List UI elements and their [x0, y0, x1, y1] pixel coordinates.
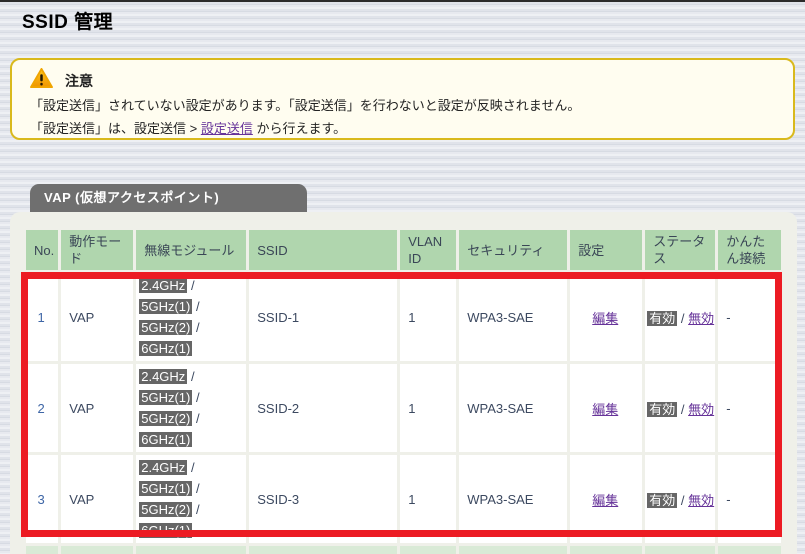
status-enabled-badge: 有効 [647, 492, 678, 508]
table-row-3: 3 VAP 2.4GHz / 5GHz(1) / 5GHz(2) / 6GHz(… [26, 455, 782, 543]
disable-link[interactable]: 無効 [688, 493, 714, 508]
band-badge: 5GHz(1) [139, 299, 193, 314]
wireless-module-cell: 2.4GHz / 5GHz(1) / 5GHz(2) / 6GHz(1) [136, 273, 247, 361]
page-top-border [0, 0, 805, 2]
empty-cell [249, 546, 398, 554]
empty-cell [718, 546, 782, 554]
table-row-2: 2 VAP 2.4GHz / 5GHz(1) / 5GHz(2) / 6GHz(… [26, 364, 782, 452]
notice-line-1: 「設定送信」されていない設定があります。「設定送信」を行わないと設定が反映されま… [30, 98, 581, 113]
header-wireless-module: 無線モジュール [136, 230, 247, 270]
row-number: 2 [26, 364, 59, 452]
vlan-id-cell: 1 [400, 273, 457, 361]
band-badge: 5GHz(1) [139, 481, 193, 496]
warning-triangle-icon [30, 68, 53, 94]
empty-cell [459, 546, 568, 554]
band-badge: 6GHz(1) [139, 341, 193, 356]
empty-cell [61, 546, 134, 554]
security-cell: WPA3-SAE [459, 364, 568, 452]
security-cell: WPA3-SAE [459, 455, 568, 543]
empty-cell [136, 546, 247, 554]
edit-link[interactable]: 編集 [592, 493, 618, 508]
band-badge: 5GHz(2) [139, 502, 193, 517]
header-security: セキュリティ [459, 230, 568, 270]
notice-box: 注意 「設定送信」されていない設定があります。「設定送信」を行わないと設定が反映… [10, 58, 795, 140]
row-number: 3 [26, 455, 59, 543]
band-badge: 5GHz(1) [139, 390, 193, 405]
band-badge: 6GHz(1) [139, 432, 193, 447]
vlan-id-cell: 1 [400, 364, 457, 452]
settings-submit-link[interactable]: 設定送信 [201, 121, 253, 136]
easy-connect-cell: - [718, 273, 782, 361]
header-no: No. [26, 230, 59, 270]
edit-link[interactable]: 編集 [592, 402, 618, 417]
vap-table: No. 動作モード 無線モジュール SSID VLAN ID セキュリティ 設定… [23, 227, 784, 554]
header-operation-mode: 動作モード [61, 230, 134, 270]
band-badge: 5GHz(2) [139, 411, 193, 426]
status-enabled-badge: 有効 [647, 401, 678, 417]
header-easy-connect: かんたん接続 [718, 230, 782, 270]
notice-line-2: 「設定送信」は、設定送信 > 設定送信 から行えます。 [30, 117, 775, 140]
row-number: 4 [26, 546, 59, 554]
easy-connect-cell: - [718, 455, 782, 543]
band-badge: 2.4GHz [139, 369, 188, 384]
band-badge: 2.4GHz [139, 278, 188, 293]
table-row-add: 4 追加 [26, 546, 782, 554]
operation-mode-cell: VAP [61, 364, 134, 452]
header-settings: 設定 [570, 230, 643, 270]
security-cell: WPA3-SAE [459, 273, 568, 361]
header-status: ステータス [645, 230, 716, 270]
wireless-module-cell: 2.4GHz / 5GHz(1) / 5GHz(2) / 6GHz(1) [136, 455, 247, 543]
vap-section-tab: VAP (仮想アクセスポイント) [30, 184, 307, 212]
band-badge: 6GHz(1) [139, 523, 193, 538]
status-enabled-badge: 有効 [647, 310, 678, 326]
empty-cell [645, 546, 716, 554]
disable-link[interactable]: 無効 [688, 402, 714, 417]
ssid-management-page: { "page": { "title": "SSID 管理" }, "notic… [0, 0, 805, 554]
operation-mode-cell: VAP [61, 273, 134, 361]
row-number: 1 [26, 273, 59, 361]
vlan-id-cell: 1 [400, 455, 457, 543]
page-title: SSID 管理 [22, 12, 114, 33]
band-badge: 2.4GHz [139, 460, 188, 475]
disable-link[interactable]: 無効 [688, 311, 714, 326]
ssid-cell: SSID-1 [249, 273, 398, 361]
ssid-cell: SSID-3 [249, 455, 398, 543]
header-ssid: SSID [249, 230, 398, 270]
operation-mode-cell: VAP [61, 455, 134, 543]
band-badge: 5GHz(2) [139, 320, 193, 335]
edit-link[interactable]: 編集 [592, 311, 618, 326]
easy-connect-cell: - [718, 364, 782, 452]
wireless-module-cell: 2.4GHz / 5GHz(1) / 5GHz(2) / 6GHz(1) [136, 364, 247, 452]
ssid-cell: SSID-2 [249, 364, 398, 452]
table-header-row: No. 動作モード 無線モジュール SSID VLAN ID セキュリティ 設定… [26, 230, 782, 270]
notice-heading: 注意 [65, 73, 93, 89]
notice-line2-prefix: 「設定送信」は、設定送信 > [30, 121, 201, 136]
table-row-1: 1 VAP 2.4GHz / 5GHz(1) / 5GHz(2) / 6GHz(… [26, 273, 782, 361]
header-vlan-id: VLAN ID [400, 230, 457, 270]
empty-cell [400, 546, 457, 554]
notice-line2-suffix: から行えます。 [252, 121, 347, 136]
